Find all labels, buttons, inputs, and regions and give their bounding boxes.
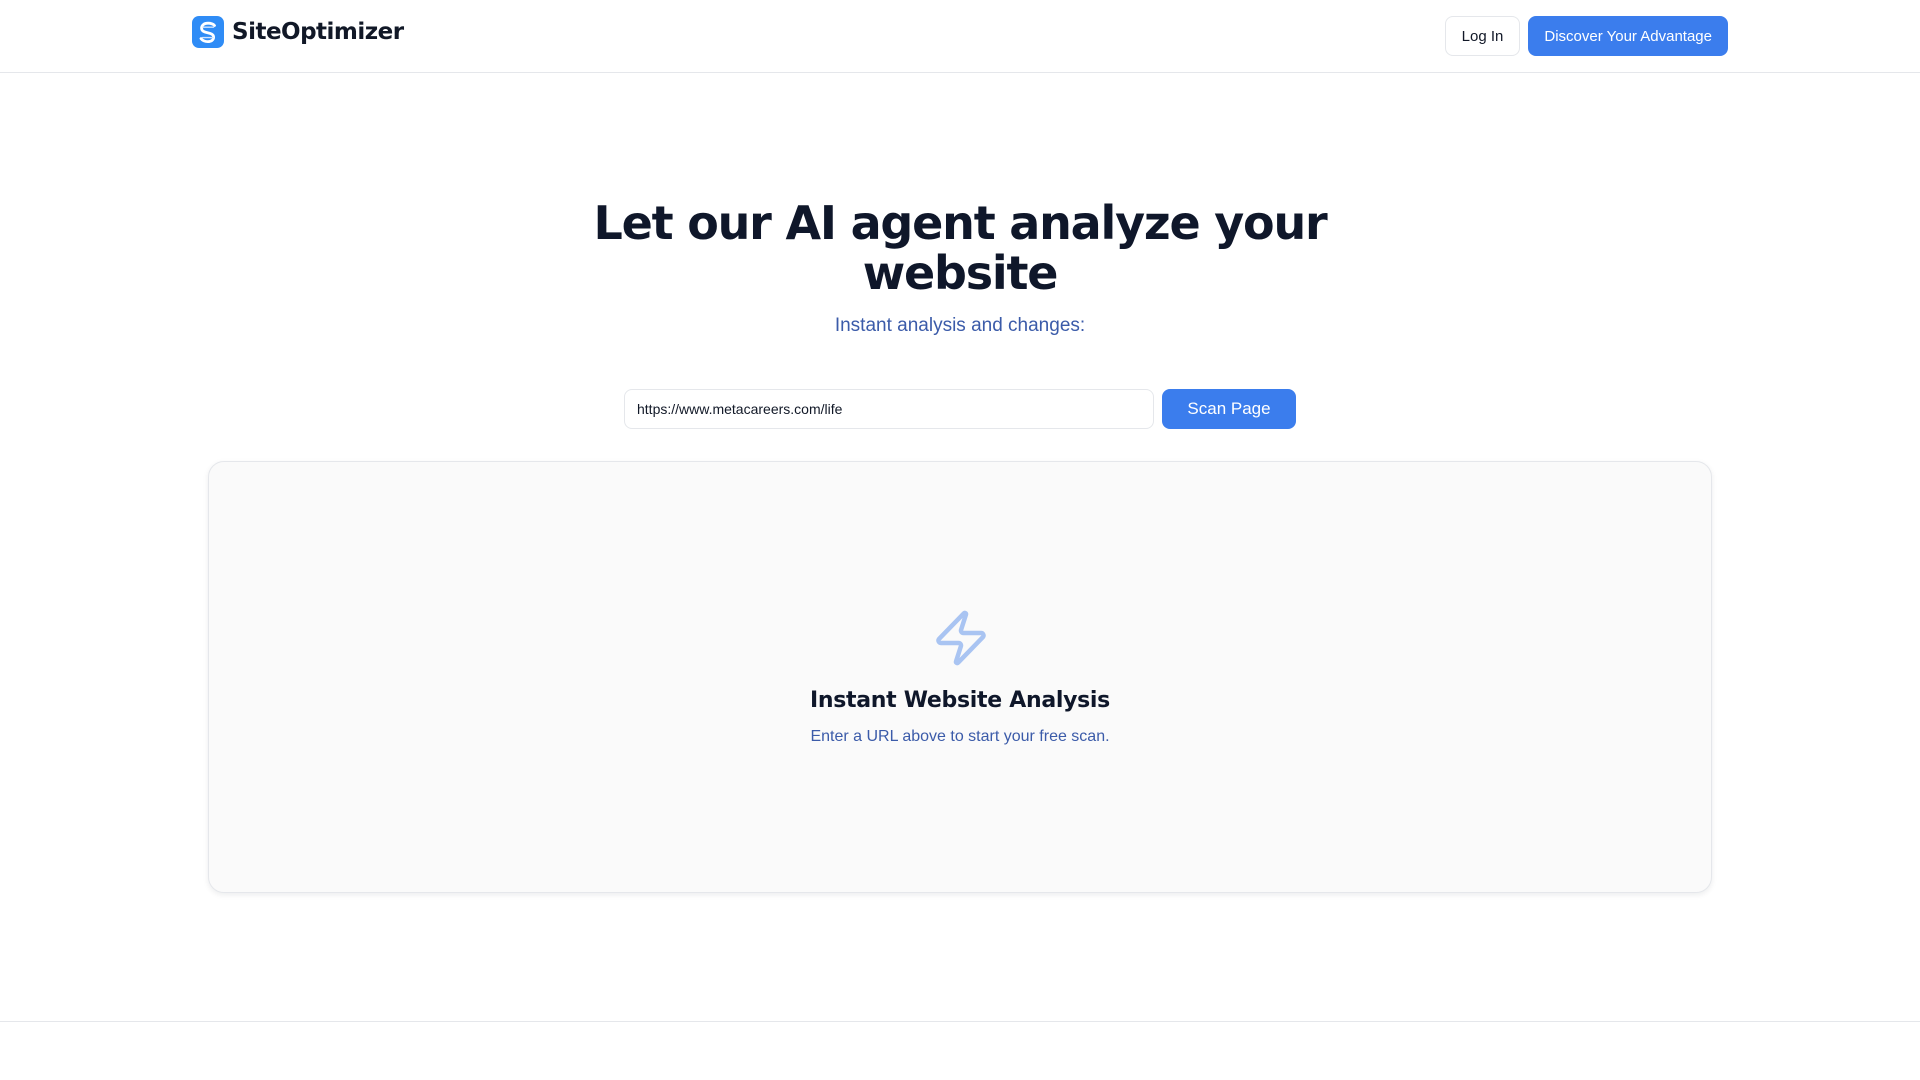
analysis-panel: Instant Website Analysis Enter a URL abo…	[208, 461, 1712, 893]
discover-advantage-button[interactable]: Discover Your Advantage	[1528, 16, 1728, 56]
scan-form: Scan Page	[624, 389, 1296, 429]
panel-subtitle: Enter a URL above to start your free sca…	[810, 728, 1110, 745]
brand-link[interactable]: SiteOptimizer	[192, 16, 404, 48]
scan-page-button[interactable]: Scan Page	[1162, 389, 1296, 429]
url-input[interactable]	[624, 389, 1154, 429]
lightning-bolt-icon	[931, 608, 991, 668]
brand-name: SiteOptimizer	[232, 19, 404, 45]
hero-subtitle: Instant analysis and changes:	[834, 315, 1086, 336]
header-actions: Log In Discover Your Advantage	[1444, 16, 1728, 56]
login-button[interactable]: Log In	[1444, 16, 1521, 56]
site-header: SiteOptimizer Log In Discover Your Advan…	[0, 0, 1920, 73]
hero-title: Let our AI agent analyze your website	[593, 196, 1327, 300]
logo-icon	[192, 16, 224, 48]
panel-title: Instant Website Analysis	[810, 688, 1110, 713]
footer-divider	[0, 1021, 1920, 1022]
